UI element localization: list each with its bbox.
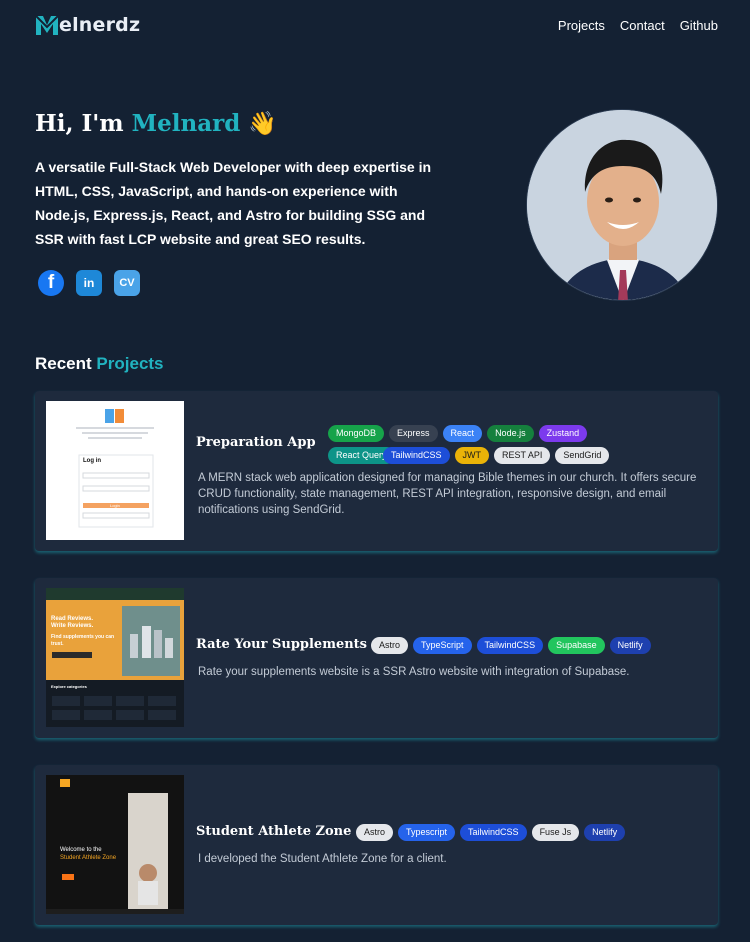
project-description: Rate your supplements website is a SSR A… bbox=[198, 666, 630, 678]
section-title-projects: Recent Projects bbox=[35, 354, 164, 374]
thumbnail-headline-2: Write Reviews. bbox=[51, 623, 94, 629]
logo[interactable]: elnerdz bbox=[35, 14, 140, 36]
nav-github[interactable]: Github bbox=[680, 18, 718, 33]
project-title: Preparation App bbox=[196, 435, 316, 450]
thumbnail-headline-1: Read Reviews. bbox=[51, 616, 94, 622]
profile-photo bbox=[526, 109, 718, 301]
thumbnail-headline-3: Find supplements you can trust. bbox=[51, 634, 115, 647]
tech-tags: Astro Typescript TailwindCSS Fuse Js Net… bbox=[356, 824, 686, 841]
project-thumbnail: Welcome to the Student Athlete Zone bbox=[46, 775, 184, 914]
tech-tags-row-2: TailwindCSS JWT REST API SendGrid bbox=[383, 447, 683, 464]
hero-greeting: Hi, I'm bbox=[35, 110, 132, 137]
social-links: f in CV bbox=[38, 270, 140, 296]
tag-jwt: JWT bbox=[454, 447, 490, 464]
section-title-accent: Projects bbox=[96, 354, 164, 373]
facebook-icon[interactable]: f bbox=[38, 270, 64, 296]
tag-supabase: Supabase bbox=[548, 637, 605, 654]
site-header: elnerdz Projects Contact Github bbox=[0, 0, 750, 52]
section-title-prefix: Recent bbox=[35, 354, 97, 373]
tag-typescript: Typescript bbox=[398, 824, 456, 841]
project-thumbnail: Read Reviews. Write Reviews. Find supple… bbox=[46, 588, 184, 727]
project-description: I developed the Student Athlete Zone for… bbox=[198, 853, 447, 865]
main-nav: Projects Contact Github bbox=[558, 18, 718, 33]
tag-express: Express bbox=[389, 425, 438, 442]
linkedin-icon[interactable]: in bbox=[76, 270, 102, 296]
cv-icon[interactable]: CV bbox=[114, 270, 140, 296]
tag-astro: Astro bbox=[371, 637, 409, 654]
hero-description: A versatile Full-Stack Web Developer wit… bbox=[35, 159, 432, 247]
tag-mongodb: MongoDB bbox=[328, 425, 385, 442]
thumbnail-login-button: Login bbox=[110, 503, 120, 508]
tag-fuse-js: Fuse Js bbox=[531, 824, 580, 841]
tag-rest-api: REST API bbox=[494, 447, 551, 464]
hero-name: Melnard bbox=[131, 110, 241, 137]
nav-contact[interactable]: Contact bbox=[620, 18, 665, 33]
thumbnail-welcome-2: Student Athlete Zone bbox=[60, 855, 117, 861]
thumbnail-login-heading: Log in bbox=[83, 458, 101, 464]
tag-sendgrid: SendGrid bbox=[555, 447, 610, 464]
project-card-student-athlete-zone[interactable]: Welcome to the Student Athlete Zone Stud… bbox=[35, 765, 718, 925]
tag-zustand: Zustand bbox=[538, 425, 588, 442]
project-card-preparation-app[interactable]: Log in Login Preparation App MongoDB Exp… bbox=[35, 391, 718, 551]
thumbnail-welcome-1: Welcome to the bbox=[60, 847, 102, 853]
logo-m-icon bbox=[35, 14, 59, 36]
hero-title: Hi, I'm Melnard 👋 bbox=[35, 110, 277, 137]
tag-typescript: TypeScript bbox=[413, 637, 472, 654]
wave-icon: 👋 bbox=[248, 110, 277, 137]
logo-text: elnerdz bbox=[59, 14, 141, 36]
tag-netlify: Netlify bbox=[609, 637, 651, 654]
tag-netlify: Netlify bbox=[584, 824, 626, 841]
project-card-rate-your-supplements[interactable]: Read Reviews. Write Reviews. Find supple… bbox=[35, 578, 718, 738]
tag-nodejs: Node.js bbox=[487, 425, 534, 442]
project-description: A MERN stack web application designed fo… bbox=[198, 472, 697, 516]
tag-tailwindcss: TailwindCSS bbox=[460, 824, 527, 841]
tag-react: React bbox=[442, 425, 483, 442]
tag-astro: Astro bbox=[356, 824, 394, 841]
project-title: Student Athlete Zone bbox=[196, 824, 352, 839]
tech-tags: Astro TypeScript TailwindCSS Supabase Ne… bbox=[371, 637, 701, 654]
tag-tailwindcss: TailwindCSS bbox=[476, 637, 544, 654]
nav-projects[interactable]: Projects bbox=[558, 18, 605, 33]
project-thumbnail: Log in Login bbox=[46, 401, 184, 540]
thumbnail-categories-label: Explore categories bbox=[51, 684, 87, 689]
tag-tailwindcss: TailwindCSS bbox=[383, 447, 450, 464]
project-title: Rate Your Supplements bbox=[196, 637, 368, 652]
